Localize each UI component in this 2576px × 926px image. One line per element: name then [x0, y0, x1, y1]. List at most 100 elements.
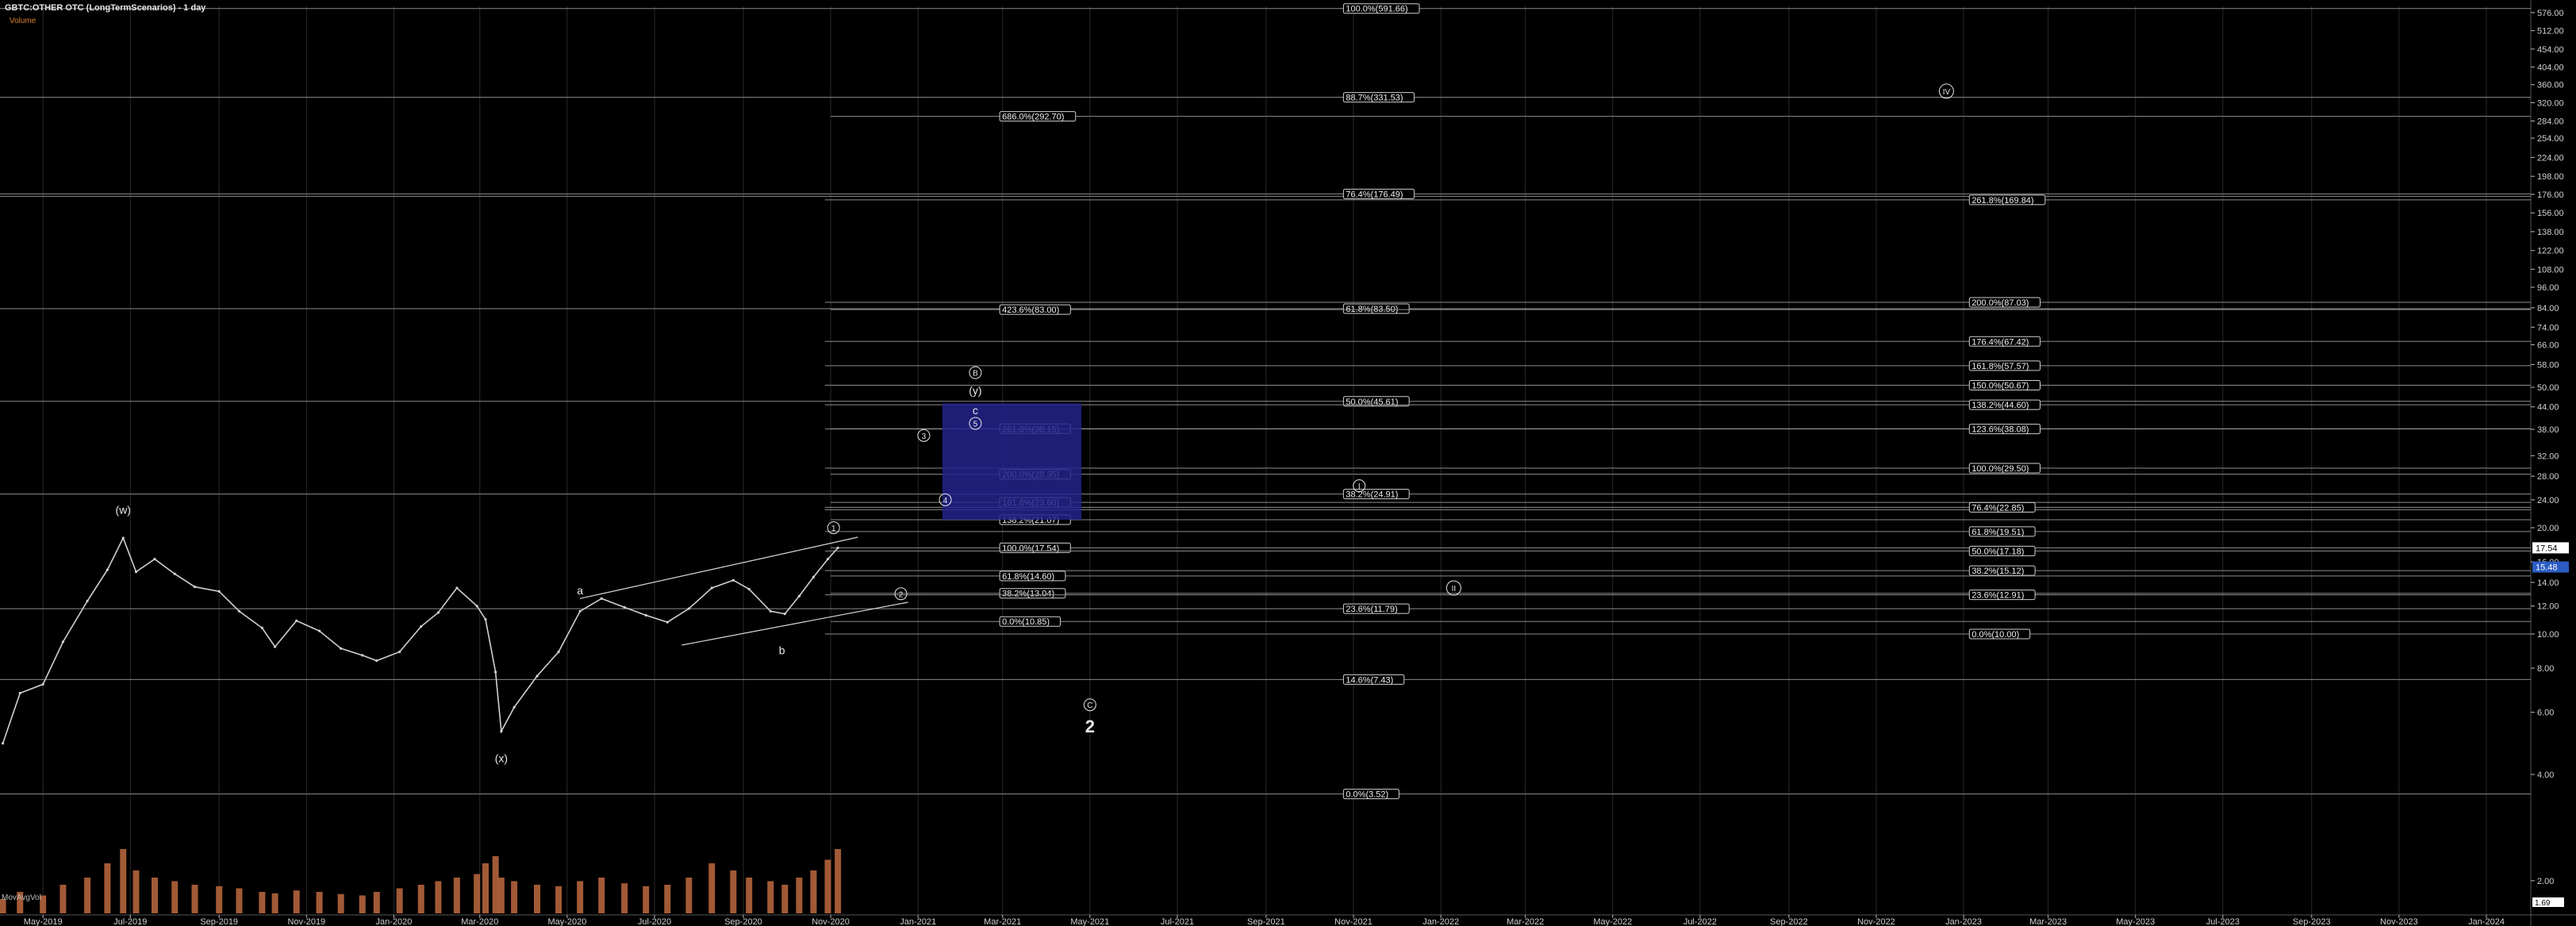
- x-tick-label: Sep-2022: [1770, 917, 1808, 926]
- wave-label: C: [1087, 701, 1092, 710]
- volume-bar: [474, 874, 481, 913]
- level-label: 200.0%(87.03): [1971, 298, 2029, 308]
- y-tick-label: 66.00: [2537, 340, 2559, 350]
- chart-background: [0, 0, 2576, 926]
- price-point: [237, 609, 241, 613]
- volume-bar: [271, 893, 278, 913]
- price-point: [710, 586, 713, 590]
- x-tick-label: Mar-2023: [2029, 917, 2067, 926]
- price-point: [600, 597, 603, 600]
- level-label: 100.0%(29.50): [1971, 464, 2029, 474]
- price-point: [361, 654, 364, 657]
- level-label: 261.8%(169.84): [1971, 196, 2033, 206]
- volume-bar: [293, 890, 300, 913]
- y-tick-label: 96.00: [2537, 283, 2559, 293]
- volume-bar: [835, 849, 842, 913]
- y-tick-label: 8.00: [2537, 664, 2554, 674]
- price-point: [455, 586, 459, 590]
- volume-bar: [84, 878, 91, 913]
- wave-label: 4: [943, 497, 948, 505]
- price-point: [134, 571, 138, 574]
- x-tick-label: Jul-2022: [1683, 917, 1717, 926]
- price-point: [494, 670, 497, 674]
- x-axis[interactable]: May-2019 Jul-2019 Sep-2019 Nov-2019 Jan-2020…: [24, 915, 2505, 926]
- y-tick-label: 254.00: [2537, 134, 2564, 144]
- wave-label: 3: [922, 432, 927, 441]
- x-tick-label: Sep-2021: [1247, 917, 1285, 926]
- x-tick-label: Sep-2020: [724, 917, 762, 926]
- level-label: 88.7%(331.53): [1346, 94, 1403, 103]
- price-point: [121, 536, 125, 540]
- wave-label: (x): [495, 751, 508, 764]
- x-tick-label: Jul-2020: [638, 917, 671, 926]
- price-point: [557, 650, 560, 654]
- x-tick-label: Jul-2019: [113, 917, 147, 926]
- current-price-label: 17.54: [2536, 544, 2558, 553]
- price-point: [2, 742, 5, 745]
- price-point: [623, 605, 626, 609]
- volume-label: Volume: [10, 17, 36, 25]
- price-point: [500, 730, 503, 733]
- volume-bar: [417, 885, 424, 913]
- volume-bar: [767, 881, 774, 913]
- price-point: [398, 650, 401, 654]
- price-point: [666, 621, 669, 624]
- price-point: [436, 611, 440, 614]
- x-tick-label: Jan-2021: [900, 917, 936, 926]
- level-label: 23.6%(11.79): [1346, 605, 1397, 614]
- wave-label: II: [1452, 585, 1457, 594]
- min-price-label: 1.69: [2535, 899, 2551, 908]
- volume-bar: [685, 878, 693, 913]
- level-label: 161.8%(57.57): [1971, 362, 2029, 371]
- level-label: 0.0%(10.85): [1002, 617, 1050, 627]
- y-tick-label: 284.00: [2537, 117, 2564, 126]
- y-tick-label: 198.00: [2537, 172, 2564, 182]
- movavgvol-label: MovAvgVol: [2, 893, 41, 902]
- y-tick-label: 58.00: [2537, 360, 2559, 370]
- volume-bar: [316, 892, 323, 913]
- level-label: 686.0%(292.70): [1002, 113, 1064, 122]
- price-point: [317, 629, 321, 632]
- y-tick-label: 224.00: [2537, 153, 2564, 163]
- wave-label: B: [973, 370, 978, 378]
- price-point: [260, 626, 263, 629]
- target-box: [942, 403, 1082, 520]
- price-point: [18, 691, 21, 695]
- price-point: [375, 659, 378, 663]
- y-tick-label: 12.00: [2537, 602, 2559, 612]
- level-label: 76.4%(22.85): [1971, 503, 2024, 513]
- volume-bar: [435, 881, 442, 913]
- wave-label: c: [973, 404, 978, 417]
- price-point: [41, 682, 44, 686]
- y-tick-label: 6.00: [2537, 709, 2554, 718]
- wave-label: b: [779, 644, 785, 656]
- price-point: [475, 605, 478, 608]
- y-tick-label: 176.00: [2537, 190, 2564, 200]
- level-label: 38.2%(13.04): [1002, 590, 1054, 599]
- level-label: 150.0%(50.67): [1971, 381, 2029, 390]
- wave-label: 2: [1085, 717, 1095, 736]
- volume-bar: [577, 881, 584, 913]
- y-tick-label: 74.00: [2537, 323, 2559, 332]
- price-point: [769, 609, 772, 613]
- x-tick-label: Nov-2020: [812, 917, 850, 926]
- volume-bar: [781, 885, 789, 913]
- price-point: [173, 572, 176, 575]
- x-tick-label: Jan-2023: [1945, 917, 1982, 926]
- chart-title: GBTC:OTHER OTC (LongTermScenarios) - 1 d…: [5, 3, 206, 13]
- volume-bar: [511, 881, 518, 913]
- volume-bar: [555, 886, 562, 913]
- y-tick-label: 10.00: [2537, 630, 2559, 640]
- wave-label: 2: [899, 590, 904, 599]
- volume-bar: [396, 888, 403, 913]
- level-label: 100.0%(17.54): [1002, 544, 1059, 553]
- volume-bar: [824, 859, 831, 913]
- x-tick-label: Nov-2023: [2380, 917, 2418, 926]
- price-point: [153, 557, 156, 561]
- volume-bar: [708, 863, 716, 913]
- x-tick-label: May-2022: [1593, 917, 1632, 926]
- wave-label: (w): [116, 503, 131, 516]
- price-point: [193, 585, 197, 589]
- y-tick-label: 512.00: [2537, 27, 2564, 37]
- price-chart[interactable]: 100.0%(591.66) 88.7%(331.53) 686.0%(292.70…: [0, 0, 2576, 926]
